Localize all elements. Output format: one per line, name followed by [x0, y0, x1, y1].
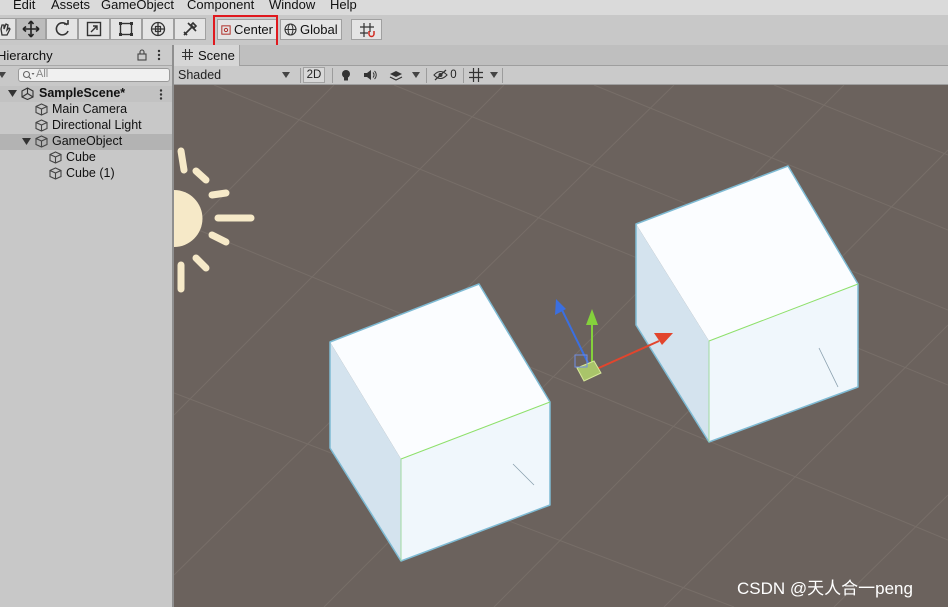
- expand-arrow-icon[interactable]: [22, 138, 31, 146]
- menu-edit[interactable]: Edit: [13, 0, 35, 12]
- rotate-tool-button[interactable]: [46, 18, 78, 40]
- scene-root-row[interactable]: SampleScene*: [0, 86, 174, 102]
- item-label: Cube: [66, 150, 96, 164]
- cube-left: [329, 283, 551, 562]
- unity-scene-icon: [21, 87, 34, 100]
- effects-layers-icon: [389, 71, 403, 81]
- hand-tool-button[interactable]: [0, 18, 16, 40]
- light-bulb-icon: [342, 69, 350, 80]
- scene-viewport[interactable]: CSDN @天人合一peng: [174, 85, 948, 607]
- scene-tab[interactable]: Scene: [174, 45, 240, 66]
- scene-view-toolbar: Shaded 2D 0: [174, 66, 948, 85]
- grid-chevron[interactable]: [488, 67, 500, 83]
- hierarchy-item-gameobject[interactable]: GameObject: [0, 134, 174, 150]
- hand-icon: [0, 23, 11, 36]
- create-dropdown-icon[interactable]: [0, 72, 6, 78]
- global-label: Global: [300, 22, 338, 37]
- hierarchy-item-cube-1[interactable]: Cube (1): [0, 166, 174, 182]
- scene-tab-bar: [174, 45, 948, 66]
- transform-tool-button[interactable]: [142, 18, 174, 40]
- menu-window[interactable]: Window: [269, 0, 315, 12]
- hierarchy-item-directional-light[interactable]: Directional Light: [0, 118, 174, 134]
- eye-slash-icon: [433, 69, 449, 81]
- scale-icon: [86, 21, 102, 37]
- globe-icon: [284, 23, 297, 36]
- grid-toggle[interactable]: [466, 67, 486, 83]
- effects-chevron[interactable]: [409, 67, 423, 83]
- rect-tool-button[interactable]: [110, 18, 142, 40]
- search-icon: [22, 70, 35, 80]
- hierarchy-search-input[interactable]: All: [18, 68, 170, 82]
- grid-icon: [469, 68, 483, 82]
- rotate-icon: [55, 20, 69, 36]
- item-label: GameObject: [52, 134, 123, 148]
- directional-light-gizmo: [174, 147, 255, 293]
- item-label: Main Camera: [52, 102, 128, 116]
- toolbar-separator: [502, 68, 503, 83]
- toolbar-separator: [300, 68, 301, 83]
- gameobject-cube-icon: [49, 151, 62, 164]
- cube-right: [635, 165, 859, 443]
- hierarchy-tree: SampleScene* Main Camera Directional Lig…: [0, 86, 174, 607]
- rect-transform-icon: [119, 22, 133, 36]
- main-toolbar: Center Global: [0, 15, 948, 45]
- more-options-icon[interactable]: [157, 49, 161, 61]
- hidden-count: 0: [450, 69, 457, 81]
- expand-arrow-icon[interactable]: [8, 90, 17, 98]
- scene-options-icon[interactable]: [159, 89, 163, 100]
- menu-assets[interactable]: Assets: [51, 0, 90, 12]
- toolbar-separator: [426, 68, 427, 83]
- shading-mode-dropdown[interactable]: Shaded: [178, 67, 296, 83]
- item-label: Directional Light: [52, 118, 142, 132]
- scene-name: SampleScene*: [39, 86, 126, 100]
- menu-component[interactable]: Component: [187, 0, 254, 12]
- toolbar-separator: [332, 68, 333, 83]
- menu-gameobject[interactable]: GameObject: [101, 0, 174, 12]
- gameobject-cube-icon: [35, 103, 48, 116]
- hierarchy-item-main-camera[interactable]: Main Camera: [0, 102, 174, 118]
- snap-grid-button[interactable]: [351, 19, 382, 40]
- scene-tab-label: Scene: [198, 48, 235, 63]
- csdn-watermark: CSDN @天人合一peng: [737, 579, 913, 598]
- scale-tool-button[interactable]: [78, 18, 110, 40]
- global-local-toggle[interactable]: Global: [280, 19, 342, 40]
- menu-help[interactable]: Help: [330, 0, 357, 12]
- menu-bar: Edit Assets GameObject Component Window …: [0, 0, 948, 15]
- move-arrows-icon: [22, 20, 40, 38]
- panel-divider[interactable]: [172, 45, 174, 607]
- hash-grid-icon: [182, 49, 193, 60]
- chevron-down-icon: [412, 72, 420, 78]
- hierarchy-title: Hierarchy: [0, 48, 53, 63]
- transform-icon: [150, 21, 166, 37]
- custom-tool-button[interactable]: [174, 18, 206, 40]
- gameobject-cube-icon: [49, 167, 62, 180]
- speaker-icon: [364, 70, 377, 80]
- chevron-down-icon: [490, 72, 498, 78]
- mode-2d-toggle[interactable]: 2D: [303, 67, 325, 83]
- toolbar-separator: [463, 68, 464, 83]
- scene-visibility-toggle[interactable]: 0: [430, 67, 460, 83]
- effects-dropdown[interactable]: [386, 67, 406, 83]
- search-placeholder: All: [36, 68, 49, 80]
- grid-snap-icon: [359, 22, 375, 37]
- tools-icon: [183, 21, 198, 36]
- lighting-toggle[interactable]: [336, 67, 356, 83]
- gameobject-cube-icon: [35, 135, 48, 148]
- mode-2d-label: 2D: [306, 69, 322, 81]
- hierarchy-item-cube[interactable]: Cube: [0, 150, 174, 166]
- hierarchy-tab[interactable]: Hierarchy: [0, 45, 174, 66]
- gameobject-cube-icon: [35, 119, 48, 132]
- lock-icon[interactable]: [137, 49, 147, 61]
- item-label: Cube (1): [66, 166, 115, 180]
- scene-render: [174, 85, 948, 607]
- audio-toggle[interactable]: [360, 67, 380, 83]
- move-tool-button[interactable]: [16, 18, 46, 40]
- chevron-down-icon: [282, 72, 290, 78]
- shading-mode-label: Shaded: [178, 68, 222, 82]
